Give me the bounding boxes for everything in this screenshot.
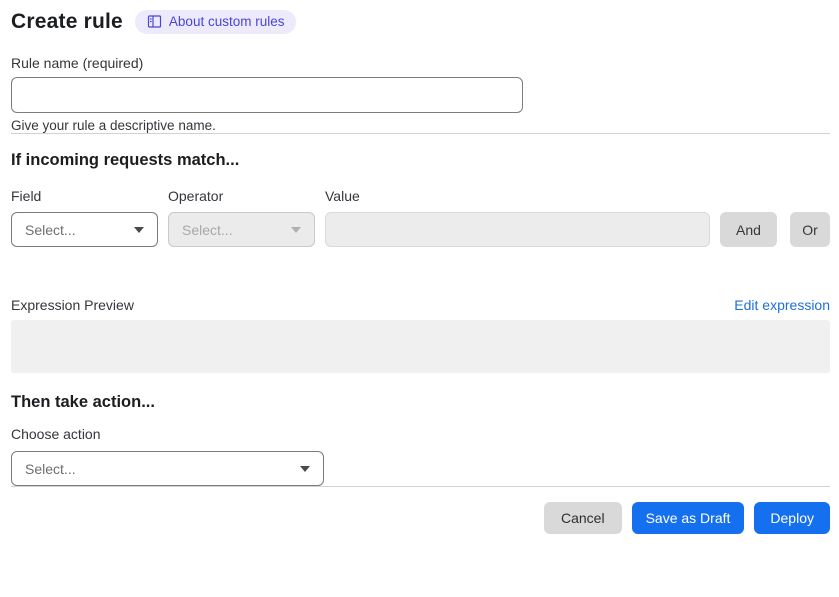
- section-divider: [11, 133, 830, 134]
- field-select[interactable]: Select...: [11, 212, 158, 247]
- choose-action-placeholder: Select...: [25, 460, 76, 477]
- operator-column: Operator Select...: [168, 188, 315, 247]
- save-as-draft-button[interactable]: Save as Draft: [631, 502, 745, 534]
- rule-name-input[interactable]: [11, 77, 523, 113]
- choose-action-label: Choose action: [11, 426, 101, 442]
- match-condition-row: Field Select... Operator Select... Value…: [11, 188, 830, 247]
- field-label: Field: [11, 188, 42, 204]
- expression-preview-box: [11, 320, 830, 373]
- match-section-heading: If incoming requests match...: [11, 151, 240, 169]
- operator-select-placeholder: Select...: [182, 221, 233, 238]
- choose-action-select[interactable]: Select...: [11, 451, 324, 486]
- chevron-down-icon: [300, 465, 310, 472]
- field-select-placeholder: Select...: [25, 221, 76, 238]
- edit-expression-link[interactable]: Edit expression: [734, 297, 830, 313]
- field-column: Field Select...: [11, 188, 158, 247]
- rule-name-label: Rule name (required): [11, 55, 144, 71]
- rule-name-helper-text: Give your rule a descriptive name.: [11, 118, 216, 133]
- operator-label: Operator: [168, 188, 224, 204]
- chevron-down-icon: [291, 226, 301, 233]
- about-custom-rules-link[interactable]: About custom rules: [134, 9, 297, 34]
- page-header: Create rule About custom rules: [11, 8, 830, 35]
- create-rule-form: Create rule About custom rules Rule name…: [11, 8, 830, 534]
- value-column: Value: [325, 188, 710, 247]
- cancel-button[interactable]: Cancel: [543, 502, 622, 534]
- footer-divider: [11, 486, 830, 487]
- value-label: Value: [325, 188, 360, 204]
- or-button[interactable]: Or: [790, 212, 830, 247]
- value-input[interactable]: [325, 212, 710, 247]
- deploy-button[interactable]: Deploy: [754, 502, 830, 534]
- operator-select[interactable]: Select...: [168, 212, 315, 247]
- expression-preview-row: Expression Preview Edit expression: [11, 297, 830, 313]
- footer-actions: Cancel Save as Draft Deploy: [11, 502, 830, 534]
- expression-preview-label: Expression Preview: [11, 297, 134, 313]
- about-custom-rules-label: About custom rules: [168, 13, 285, 29]
- and-button[interactable]: And: [720, 212, 777, 247]
- chevron-down-icon: [134, 226, 144, 233]
- action-section-heading: Then take action...: [11, 393, 155, 411]
- book-icon: [147, 14, 162, 29]
- page-title: Create rule: [11, 9, 123, 33]
